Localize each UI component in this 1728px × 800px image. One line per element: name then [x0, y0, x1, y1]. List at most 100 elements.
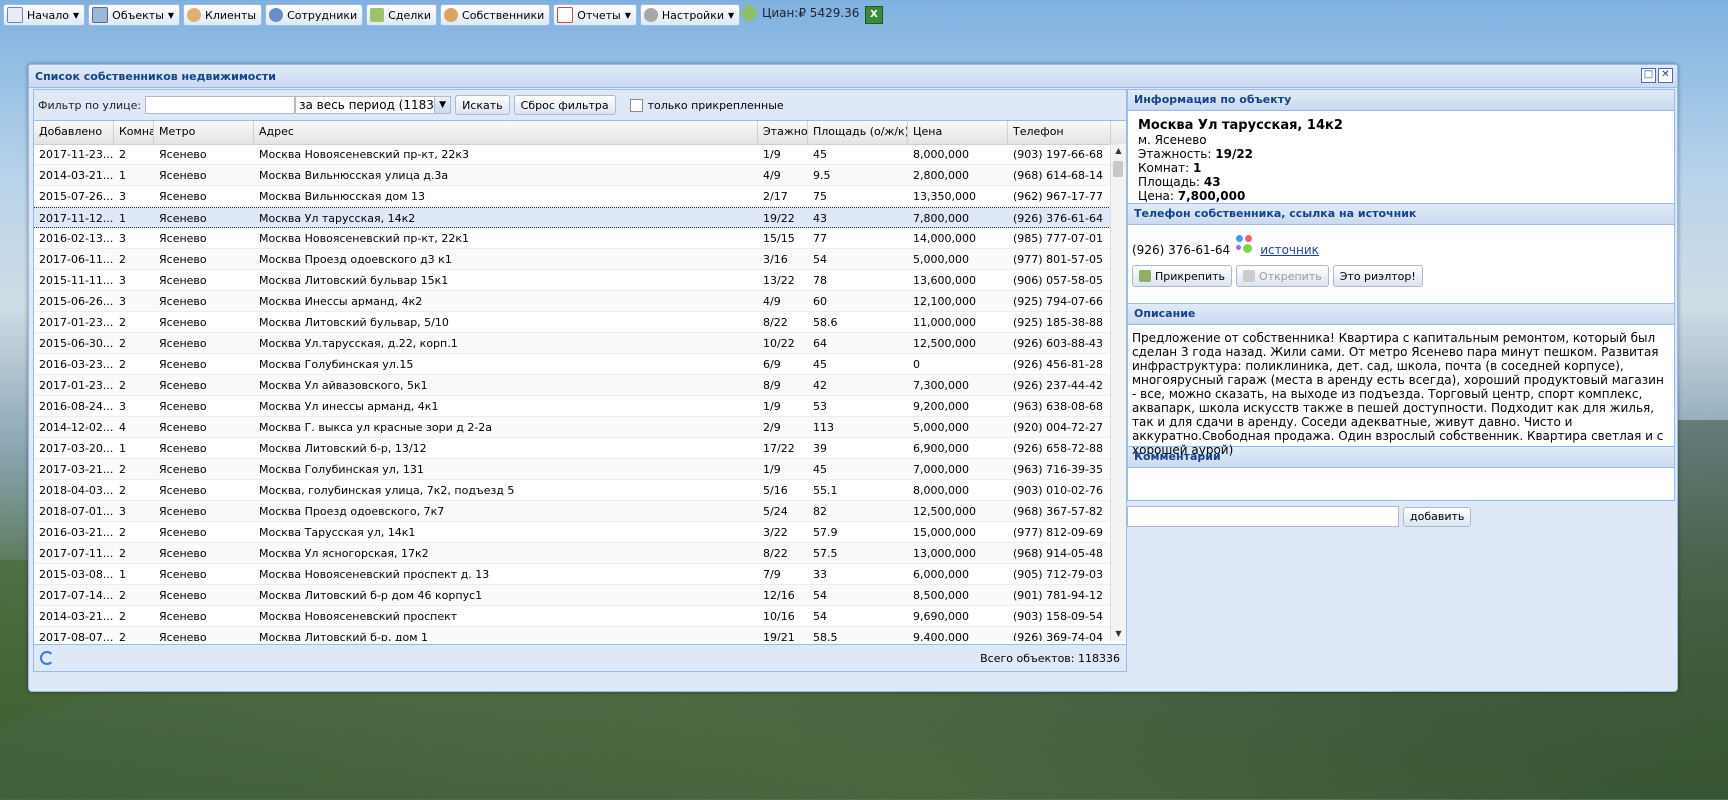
- table-row[interactable]: 2017-11-12... 1 Ясенево Москва Ул тарусская…: [34, 207, 1111, 228]
- cell-added: 2016-03-21...: [39, 526, 114, 539]
- table-row[interactable]: 2016-03-21... 2 Ясенево Москва Тарусская ул…: [34, 522, 1111, 543]
- only-attached-checkbox[interactable]: [629, 98, 643, 112]
- menu-clients-button[interactable]: Клиенты: [183, 4, 263, 26]
- menu-objects-button[interactable]: Объекты ▼: [88, 4, 181, 26]
- cell-metro: Ясенево: [159, 589, 207, 602]
- table-row[interactable]: 2016-03-23... 2 Ясенево Москва Голубинская …: [34, 354, 1111, 375]
- cell-address: Москва Вильнюсская дом 13: [259, 190, 426, 203]
- table-row[interactable]: 2015-07-26... 3 Ясенево Москва Вильнюсская …: [34, 186, 1111, 207]
- cell-phone: (925) 794-07-66: [1013, 295, 1104, 308]
- column-header-phone[interactable]: Телефон: [1008, 121, 1111, 144]
- cell-rooms: 2: [119, 610, 126, 623]
- cell-rooms: 1: [119, 568, 126, 581]
- period-select[interactable]: за весь период (11833 ▼: [295, 96, 452, 114]
- scroll-down-icon[interactable]: ▼: [1111, 627, 1126, 641]
- maximize-icon[interactable]: □: [1641, 68, 1656, 83]
- detach-button[interactable]: Открепить: [1236, 265, 1329, 287]
- grid-body: 2017-11-23... 2 Ясенево Москва Новоясеневск…: [34, 144, 1111, 641]
- table-row[interactable]: 2015-06-30... 2 Ясенево Москва Ул.тарусская…: [34, 333, 1111, 354]
- cell-address: Москва Ул.тарусская, д.22, корп.1: [259, 337, 458, 350]
- home-icon: [7, 7, 23, 23]
- cell-address: Москва Ул тарусская, 14к2: [259, 212, 416, 225]
- cell-metro: Ясенево: [159, 148, 207, 161]
- table-row[interactable]: 2017-01-23... 2 Ясенево Москва Литовский бу…: [34, 312, 1111, 333]
- table-row[interactable]: 2018-04-03... 2 Ясенево Москва, голубинская…: [34, 480, 1111, 501]
- cell-price: 8,000,000: [913, 148, 969, 161]
- table-row[interactable]: 2016-02-13... 3 Ясенево Москва Новоясеневск…: [34, 228, 1111, 249]
- column-header-added[interactable]: Добавлено: [34, 121, 114, 144]
- search-button[interactable]: Искать: [455, 95, 510, 115]
- scroll-thumb[interactable]: [1113, 161, 1123, 177]
- grid-scrollbar[interactable]: ▲ ▼: [1110, 144, 1126, 641]
- info-header: Информация по объекту: [1128, 90, 1674, 111]
- table-row[interactable]: 2015-11-11... 3 Ясенево Москва Литовский бу…: [34, 270, 1111, 291]
- table-row[interactable]: 2017-11-23... 2 Ясенево Москва Новоясеневск…: [34, 144, 1111, 165]
- column-header-address[interactable]: Адрес: [254, 121, 758, 144]
- cell-metro: Ясенево: [159, 316, 207, 329]
- cell-price: 9,400,000: [913, 631, 969, 641]
- column-header-metro[interactable]: Метро: [154, 121, 254, 144]
- cell-rooms: 2: [119, 589, 126, 602]
- column-header-floors[interactable]: Этажност: [758, 121, 808, 144]
- cell-floors: 8/22: [763, 547, 788, 560]
- object-metro: м. Ясенево: [1138, 133, 1207, 147]
- cell-added: 2017-03-20...: [39, 442, 114, 455]
- menu-start-button[interactable]: Начало ▼: [3, 4, 86, 26]
- source-link[interactable]: источник: [1260, 243, 1319, 257]
- grid-header: Добавлено Комнат Метро Адрес Этажност Пл…: [34, 121, 1126, 145]
- cell-phone: (985) 777-07-01: [1013, 232, 1104, 245]
- cell-rooms: 2: [119, 358, 126, 371]
- menu-owners-button[interactable]: Собственники: [440, 4, 551, 26]
- table-row[interactable]: 2017-03-21... 2 Ясенево Москва Голубинская …: [34, 459, 1111, 480]
- cell-added: 2015-07-26...: [39, 190, 114, 203]
- cell-floors: 2/9: [763, 421, 781, 434]
- cell-rooms: 2: [119, 631, 126, 641]
- column-header-area[interactable]: Площадь (о/ж/к): [808, 121, 908, 144]
- street-filter-input[interactable]: [145, 96, 296, 114]
- menu-deals-button[interactable]: Сделки: [366, 4, 438, 26]
- chevron-down-icon[interactable]: ▼: [434, 97, 451, 113]
- cell-metro: Ясенево: [159, 505, 207, 518]
- cell-added: 2016-08-24...: [39, 400, 114, 413]
- add-comment-button[interactable]: добавить: [1403, 506, 1472, 527]
- table-row[interactable]: 2015-03-08... 1 Ясенево Москва Новоясеневск…: [34, 564, 1111, 585]
- table-row[interactable]: 2017-08-07... 2 Ясенево Москва Литовский б-…: [34, 627, 1111, 641]
- realtor-button[interactable]: Это риэлтор!: [1332, 265, 1423, 287]
- table-row[interactable]: 2014-03-21... 2 Ясенево Москва Новоясеневск…: [34, 606, 1111, 627]
- window-title: Список собственников недвижимости: [35, 69, 276, 83]
- table-row[interactable]: 2014-03-21... 1 Ясенево Москва Вильнюсская …: [34, 165, 1111, 186]
- table-row[interactable]: 2017-07-14... 2 Ясенево Москва Литовский б-…: [34, 585, 1111, 606]
- table-row[interactable]: 2014-12-02... 4 Ясенево Москва Г. выкса ул …: [34, 417, 1111, 438]
- reset-filter-button[interactable]: Сброс фильтра: [513, 95, 616, 115]
- table-row[interactable]: 2017-03-20... 1 Ясенево Москва Литовский б-…: [34, 438, 1111, 459]
- table-row[interactable]: 2017-06-11... 2 Ясенево Москва Проезд одоев…: [34, 249, 1111, 270]
- table-row[interactable]: 2016-08-24... 3 Ясенево Москва Ул инессы ар…: [34, 396, 1111, 417]
- column-header-price[interactable]: Цена: [908, 121, 1008, 144]
- column-header-rooms[interactable]: Комнат: [114, 121, 154, 144]
- cell-area: 57.9: [813, 526, 838, 539]
- cell-added: 2018-07-01...: [39, 505, 114, 518]
- cell-address: Москва Новоясеневский пр-кт, 22к3: [259, 148, 470, 161]
- scroll-up-icon[interactable]: ▲: [1111, 144, 1126, 158]
- avito-logo-icon: [1236, 235, 1254, 257]
- cell-price: 11,000,000: [913, 316, 976, 329]
- cell-price: 15,000,000: [913, 526, 976, 539]
- cell-area: 58.6: [813, 316, 838, 329]
- menu-reports-button[interactable]: Отчеты ▼: [553, 4, 637, 26]
- comment-input[interactable]: [1127, 506, 1399, 527]
- refresh-icon[interactable]: [40, 651, 54, 665]
- excel-export-icon[interactable]: X: [865, 6, 883, 24]
- cell-rooms: 2: [119, 316, 126, 329]
- table-row[interactable]: 2018-07-01... 3 Ясенево Москва Проезд одоев…: [34, 501, 1111, 522]
- menu-employees-button[interactable]: Сотрудники: [265, 4, 364, 26]
- menu-settings-button[interactable]: Настройки ▼: [639, 4, 741, 26]
- close-icon[interactable]: ✕: [1658, 68, 1673, 83]
- table-row[interactable]: 2017-01-23... 2 Ясенево Москва Ул айвазовск…: [34, 375, 1111, 396]
- cell-address: Москва Г. выкса ул красные зори д 2-2а: [259, 421, 493, 434]
- attach-button[interactable]: Прикрепить: [1132, 265, 1233, 287]
- table-row[interactable]: 2017-07-11... 2 Ясенево Москва Ул ясногорск…: [34, 543, 1111, 564]
- cell-phone: (962) 967-17-77: [1013, 190, 1104, 203]
- cell-area: 60: [813, 295, 827, 308]
- cell-phone: (926) 456-81-28: [1013, 358, 1104, 371]
- table-row[interactable]: 2015-06-26... 3 Ясенево Москва Инессы арман…: [34, 291, 1111, 312]
